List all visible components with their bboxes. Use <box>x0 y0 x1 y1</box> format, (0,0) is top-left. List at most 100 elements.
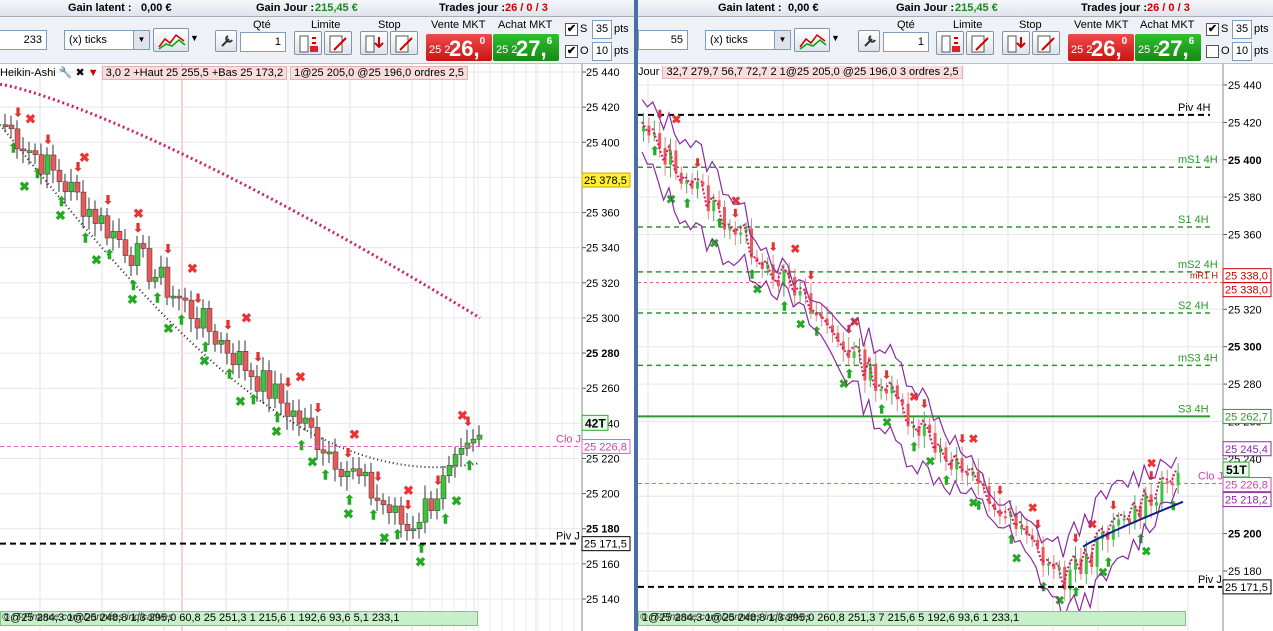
stop-label: Stop <box>1019 19 1042 31</box>
buy-price-main: 27, <box>516 36 547 61</box>
sell-arrow-icon: ⬇ <box>373 469 383 483</box>
interval-unit-text: (x) ticks <box>710 34 748 46</box>
interval-input[interactable]: 55 <box>638 30 688 50</box>
qty-input[interactable]: 1 <box>883 32 929 52</box>
sell-arrow-icon: ⬇ <box>882 370 891 382</box>
buy-arrow-icon: ⬆ <box>296 438 307 453</box>
buy-market-button[interactable]: 25 2 27,6 <box>1135 34 1201 61</box>
price-tick-label: 25 200 <box>586 489 620 501</box>
stop-cross-icon: ✖ <box>1147 456 1157 470</box>
target-cross-icon: ✖ <box>271 424 282 439</box>
gain-latent-label: Gain latent : <box>718 2 782 14</box>
limit-buy-button[interactable] <box>294 31 322 55</box>
settings-button[interactable] <box>215 30 237 52</box>
interval-unit-select[interactable]: (x) ticks ▼ <box>64 30 150 50</box>
settings-button[interactable] <box>858 30 880 52</box>
s-label: S <box>1221 23 1229 35</box>
order-edit-icon <box>329 35 347 53</box>
stop-buy-button[interactable] <box>1002 31 1030 55</box>
candle <box>86 208 93 217</box>
candle <box>74 181 81 193</box>
buy-arrow-icon: ⬆ <box>440 511 451 526</box>
sell-arrow-icon: ⬇ <box>995 485 1004 497</box>
o-points-input[interactable]: 10 <box>592 42 612 61</box>
sell-arrow-icon: ⬇ <box>43 132 53 146</box>
vente-label: Vente MKT <box>1074 19 1129 31</box>
candlestick-chart[interactable]: 25 44025 42025 40025 38025 36025 34025 3… <box>638 64 1273 631</box>
target-cross-icon: ✖ <box>415 555 426 570</box>
move-down-icon[interactable]: ▼ <box>88 67 99 79</box>
close-price-value: 25 226,8 <box>584 442 627 454</box>
s-points-input[interactable]: 35 <box>592 20 612 39</box>
candle <box>452 454 459 466</box>
candle <box>712 200 716 212</box>
sell-market-button[interactable]: 25 2 26,0 <box>1068 34 1134 61</box>
chevron-down-icon[interactable]: ▼ <box>831 33 840 43</box>
chart-type-button[interactable] <box>794 28 830 52</box>
price-tick-label: 25 420 <box>1228 117 1262 129</box>
qty-input[interactable]: 1 <box>240 32 286 52</box>
stop-checkbox[interactable]: ✔ <box>565 23 578 36</box>
buy-arrow-icon: ⬆ <box>176 312 187 327</box>
objective-checkbox[interactable]: ✔ <box>565 45 578 58</box>
candle <box>128 255 135 266</box>
resistance-label: mR1 H <box>1190 271 1218 281</box>
buy-arrow-icon: ⬆ <box>320 468 331 483</box>
interval-unit-select[interactable]: (x) ticks ▼ <box>705 30 791 50</box>
candle <box>446 465 453 476</box>
stop-sell-button[interactable] <box>390 31 418 55</box>
stop-buy-button[interactable] <box>360 31 388 55</box>
pivot-label: Piv J <box>556 531 580 543</box>
bollinger-upper <box>641 99 1178 558</box>
sell-price-prefix: 25 2 <box>1071 44 1093 56</box>
candle <box>852 351 856 359</box>
objective-checkbox[interactable] <box>1206 45 1219 58</box>
candle <box>140 243 147 249</box>
limit-buy-button[interactable] <box>936 31 964 55</box>
candle <box>1160 481 1164 503</box>
o-points-input[interactable]: 10 <box>1232 42 1252 61</box>
buy-arrow-icon: ⬆ <box>128 278 139 293</box>
candle <box>266 370 273 399</box>
target-cross-icon: ✖ <box>1012 551 1022 565</box>
limit-sell-button[interactable] <box>324 31 352 55</box>
candle <box>110 231 117 239</box>
limit-sell-button[interactable] <box>966 31 994 55</box>
gain-latent-value: 0,00 € <box>788 2 819 14</box>
stop-cross-icon: ✖ <box>79 150 90 165</box>
chevron-down-icon[interactable]: ▼ <box>190 33 199 43</box>
stop-edit-icon <box>395 35 413 53</box>
stop-sell-button[interactable] <box>1032 31 1060 55</box>
price-tick-label: 25 360 <box>586 208 620 220</box>
chart-header: Heikin-Ashi 🔧 ✖ ▼ 3,0 2 +Haut 25 255,5 +… <box>0 66 500 81</box>
close-icon[interactable]: ✖ <box>75 67 84 79</box>
stop-checkbox[interactable]: ✔ <box>1206 23 1219 36</box>
price-tick-label: 25 300 <box>586 313 620 325</box>
vente-label: Vente MKT <box>431 19 486 31</box>
tools-icon[interactable]: 🔧 <box>59 67 73 79</box>
chart-type-button[interactable] <box>153 28 189 52</box>
qte-label: Qté <box>897 19 915 31</box>
interval-input[interactable]: 233 <box>0 30 47 50</box>
stop-cross-icon: ✖ <box>241 311 252 326</box>
s-points-input[interactable]: 35 <box>1232 20 1252 39</box>
candle <box>92 208 99 224</box>
sell-market-button[interactable]: 25 2 26,0 <box>426 34 492 61</box>
sell-arrow-icon: ⬇ <box>193 292 203 306</box>
candle <box>966 472 969 476</box>
candle <box>290 410 297 417</box>
candle <box>933 432 937 453</box>
buy-market-button[interactable]: 25 2 27,6 <box>493 34 559 61</box>
heikin-ashi-chart[interactable]: 25 44025 42025 40025 38025 36025 34025 3… <box>0 64 634 631</box>
candle <box>356 468 363 477</box>
candle <box>1003 516 1007 519</box>
sell-arrow-icon: ⬇ <box>313 401 323 415</box>
target-cross-icon: ✖ <box>55 208 66 223</box>
buy-price: 27,6 <box>1158 36 1194 62</box>
candle <box>158 266 165 278</box>
price-tick-label: 25 280 <box>1228 379 1262 391</box>
chart-icon <box>799 33 827 50</box>
candle <box>182 297 189 301</box>
candle <box>176 295 183 299</box>
price-tick-label: 25 280 <box>586 348 620 360</box>
